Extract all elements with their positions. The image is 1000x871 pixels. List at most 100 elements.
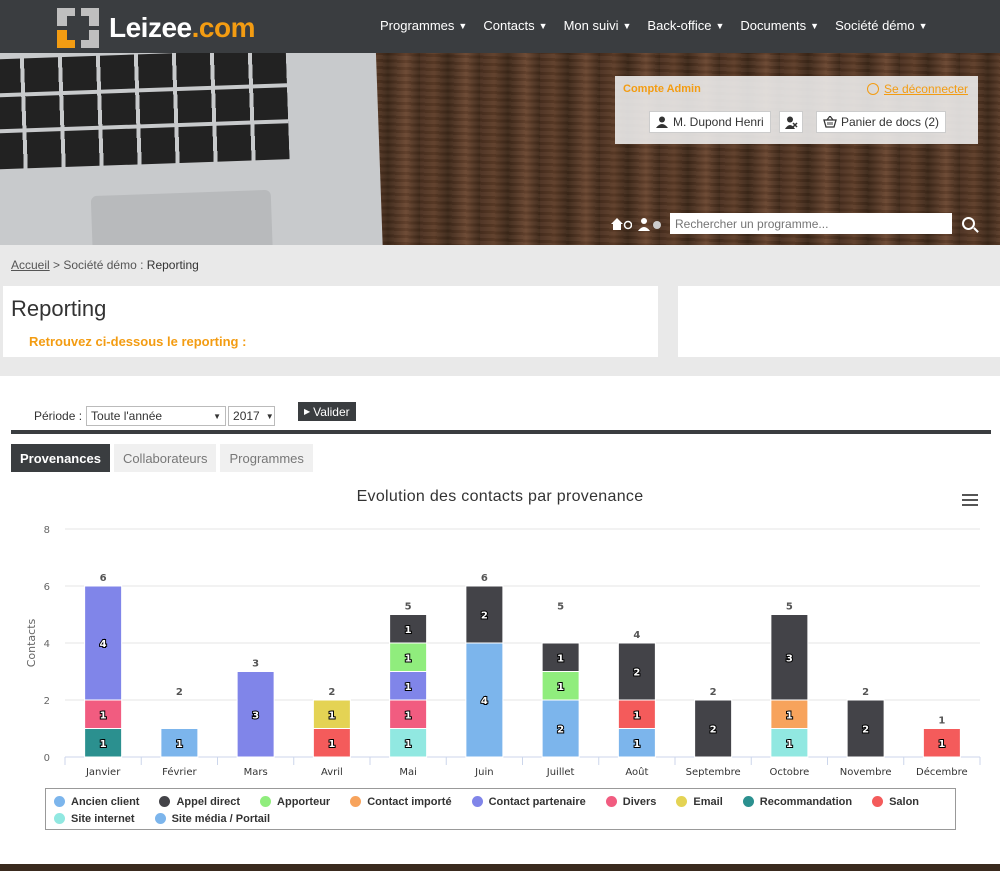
data-label: 4 (100, 639, 107, 650)
legend-dot-icon (676, 796, 688, 807)
search-icon[interactable] (962, 217, 975, 230)
y-tick-label: 2 (44, 696, 50, 707)
data-label: 1 (328, 739, 335, 750)
legend-item[interactable]: Appel direct (159, 793, 240, 810)
page-subtitle: Retrouvez ci-dessous le reporting : (29, 334, 247, 349)
legend-item[interactable]: Contact importé (350, 793, 452, 810)
caret-down-icon: ▼ (918, 20, 928, 31)
x-tick-label: Décembre (916, 766, 968, 778)
legend-dot-icon (872, 796, 884, 807)
nav-contacts[interactable]: Contacts ▼ (483, 18, 547, 33)
period-select[interactable]: Toute l'année ▼ (86, 406, 227, 426)
legend-dot-icon (260, 796, 272, 807)
total-label: 4 (633, 630, 640, 641)
logout-link[interactable]: Se déconnecter (866, 82, 968, 96)
legend-item[interactable]: Recommandation (742, 793, 852, 810)
breadcrumb-current: Reporting (146, 258, 199, 272)
x-tick-label: Septembre (686, 767, 741, 778)
basket-icon (823, 116, 837, 128)
x-tick-label: Juillet (546, 767, 575, 778)
caret-down-icon: ▼ (538, 20, 548, 31)
home-icon[interactable] (610, 217, 632, 231)
nav-mon-suivi[interactable]: Mon suivi ▼ (564, 18, 632, 33)
data-label: 1 (633, 739, 640, 750)
total-label: 6 (100, 573, 107, 584)
legend-item[interactable]: Salon (872, 793, 919, 810)
logo[interactable]: Leizee.com (55, 6, 255, 50)
legend-item[interactable]: Contact partenaire (471, 793, 586, 810)
data-label: 2 (557, 725, 564, 736)
data-label: 1 (557, 653, 564, 664)
legend-dot-icon (54, 796, 65, 807)
legend-dot-icon (742, 796, 754, 807)
y-tick-label: 8 (44, 525, 50, 536)
total-label: 5 (786, 602, 793, 613)
nav-back-office[interactable]: Back-office ▼ (647, 18, 724, 33)
total-label: 1 (938, 716, 945, 727)
breadcrumb-home-link[interactable]: Accueil (11, 258, 50, 272)
legend-item[interactable]: Ancien client (54, 793, 139, 810)
nav-societe-demo[interactable]: Société démo ▼ (835, 18, 927, 33)
x-tick-label: Novembre (840, 767, 892, 778)
total-label: 2 (862, 687, 869, 698)
total-label: 2 (710, 687, 717, 698)
data-label: 1 (938, 739, 945, 750)
x-tick-label: Juin (474, 767, 493, 778)
stacked-bar-chart: 0 2 4 6 8 Contacts Janvier Février Mars Avril Mai J… (25, 525, 981, 778)
validate-button[interactable]: ▶ Valider (298, 402, 356, 421)
user-button[interactable]: M. Dupond Henri (649, 111, 771, 133)
legend-item[interactable]: Site internet (54, 810, 135, 827)
legend-item[interactable]: Divers (605, 793, 656, 810)
nav-programmes[interactable]: Programmes ▼ (380, 18, 467, 33)
legend-item[interactable]: Email (676, 793, 723, 810)
reporting-content: Période : Toute l'année ▼ 2017 ▼ ▶ Valider… (0, 376, 1000, 864)
tab-collaborateurs[interactable]: Collaborateurs (113, 444, 217, 472)
data-label: 3 (786, 653, 793, 664)
tab-provenances[interactable]: Provenances (11, 444, 110, 472)
data-label: 1 (405, 625, 412, 636)
x-tick-label: Octobre (769, 767, 809, 778)
data-label: 3 (252, 710, 259, 721)
x-tick-label: Mars (244, 767, 268, 778)
period-label: Période : (34, 409, 83, 423)
legend-item[interactable]: Apporteur (260, 793, 330, 810)
user-toggle-icon[interactable] (638, 217, 664, 231)
data-label: 1 (405, 653, 412, 664)
x-tick-label: Mai (399, 767, 417, 778)
legend-item[interactable]: Site média / Portail (154, 810, 270, 827)
legend-dot-icon (605, 796, 617, 807)
x-tick-label: Avril (321, 767, 343, 778)
legend-label: Ancien client (71, 795, 140, 808)
chart-legend: Ancien client Appel direct Apporteur Contac… (45, 788, 956, 830)
y-axis-title: Contacts (25, 618, 38, 667)
breadcrumb: Accueil > Société démo : Reporting (11, 258, 199, 272)
legend-dot-icon (471, 796, 483, 807)
year-select[interactable]: 2017 ▼ (228, 406, 276, 426)
legend-items: Ancien client Appel direct Apporteur Contac… (54, 793, 947, 827)
y-tick-label: 6 (44, 582, 50, 593)
data-label: 1 (176, 739, 183, 750)
data-label: 2 (481, 611, 488, 622)
legend-label: Contact partenaire (488, 795, 586, 808)
legend-label: Salon (889, 795, 920, 808)
caret-down-icon: ▼ (458, 20, 468, 31)
legend-label: Email (693, 795, 723, 808)
caret-down-icon: ▼ (622, 20, 632, 31)
user-remove-button[interactable] (779, 111, 803, 133)
user-remove-icon (784, 116, 798, 129)
y-tick-label: 4 (44, 639, 50, 650)
tab-programmes[interactable]: Programmes (220, 444, 313, 472)
search-input[interactable] (670, 213, 952, 234)
data-label: 2 (862, 725, 869, 736)
power-icon (866, 83, 879, 95)
data-label: 1 (405, 682, 412, 693)
cart-button[interactable]: Panier de docs (2) (816, 111, 947, 133)
report-tabs: Provenances Collaborateurs Programmes (11, 444, 317, 472)
laptop-image (0, 53, 385, 245)
data-label: 4 (481, 696, 488, 707)
top-navbar: Leizee.com Programmes ▼ Contacts ▼ Mon sui… (0, 0, 1000, 53)
nav-documents[interactable]: Documents ▼ (740, 18, 819, 33)
logo-icon (57, 8, 99, 48)
legend-label: Site internet (71, 812, 135, 825)
legend-dot-icon (350, 796, 362, 807)
